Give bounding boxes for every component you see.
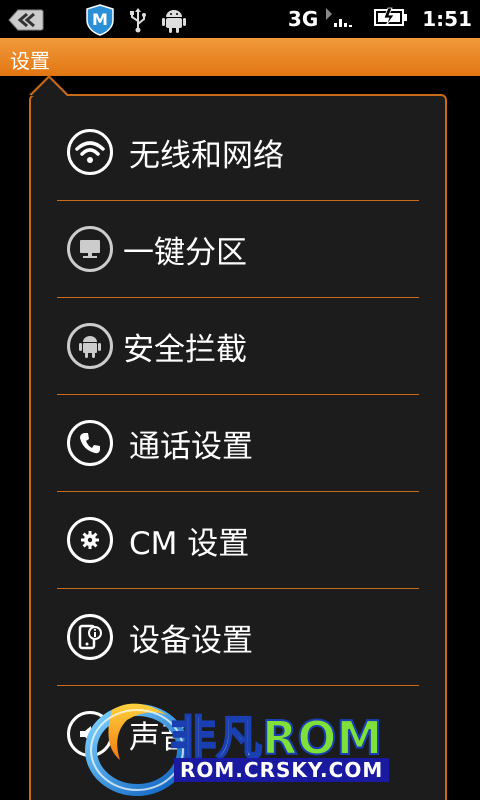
watermark: 非凡ROM ROM.CRSKY.COM — [82, 690, 412, 800]
m-shield-icon: M — [86, 4, 114, 40]
title-bar: 设置 — [0, 38, 480, 76]
menu-item-label: 无线和网络 — [129, 137, 284, 174]
phone-icon — [67, 420, 113, 466]
status-bar-left: M — [8, 4, 186, 40]
watermark-brand-cn: 非凡 — [169, 710, 263, 766]
signal-icon — [326, 6, 354, 32]
menu-item-call-settings[interactable]: 通话设置 — [57, 395, 419, 492]
monitor-icon — [67, 226, 113, 272]
battery-icon — [374, 6, 408, 32]
menu-item-label: 安全拦截 — [123, 331, 247, 368]
menu-item-cm-settings[interactable]: CM 设置 — [57, 492, 419, 589]
android-icon — [67, 323, 113, 369]
menu-item-label: 一键分区 — [123, 234, 247, 271]
device-info-icon — [67, 614, 113, 660]
menu-item-label: CM 设置 — [129, 525, 250, 562]
clock: 1:51 — [422, 7, 472, 31]
watermark-brand-en: ROM — [261, 710, 383, 766]
back-icon[interactable] — [8, 8, 44, 36]
popup-arrow — [31, 78, 67, 96]
android-settings-screen: M 3G 1:51 设置 无线和网络 一键分区 安全拦截 通话设置 CM 设置 … — [0, 0, 480, 800]
watermark-url: ROM.CRSKY.COM — [174, 758, 390, 782]
menu-item-security-block[interactable]: 安全拦截 — [57, 298, 419, 395]
settings-menu-list: 无线和网络 一键分区 安全拦截 通话设置 CM 设置 设备设置 声音 — [31, 104, 445, 782]
gear-icon — [67, 517, 113, 563]
menu-item-label: 通话设置 — [129, 428, 253, 465]
usb-icon — [128, 7, 148, 37]
status-bar-right: 3G 1:51 — [288, 4, 472, 34]
menu-item-one-key-partition[interactable]: 一键分区 — [57, 201, 419, 298]
page-title: 设置 — [10, 49, 50, 73]
menu-item-wireless-networks[interactable]: 无线和网络 — [57, 104, 419, 201]
menu-item-label: 设备设置 — [129, 622, 253, 659]
status-bar: M 3G 1:51 — [0, 0, 480, 38]
wifi-icon — [67, 129, 113, 175]
android-debug-icon — [162, 7, 186, 37]
network-type: 3G — [287, 7, 319, 31]
menu-item-device-settings[interactable]: 设备设置 — [57, 589, 419, 686]
svg-text:M: M — [92, 10, 108, 29]
